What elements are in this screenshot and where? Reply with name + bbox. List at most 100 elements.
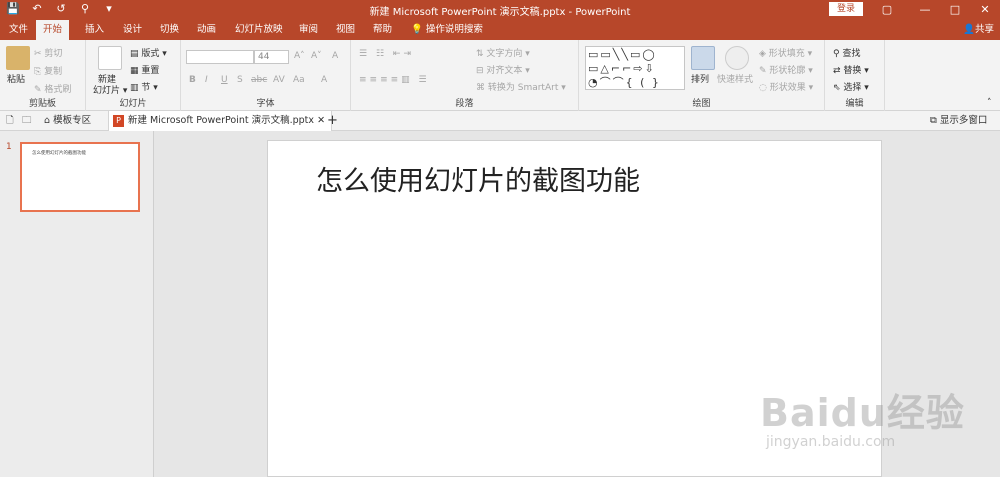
italic-button[interactable]: I	[205, 75, 208, 85]
font-size-input[interactable]: 44	[254, 50, 289, 64]
title-bar: 💾 ↶ ↺ ⚲ ▾ 新建 Microsoft PowerPoint 演示文稿.p…	[0, 0, 1000, 20]
find-button[interactable]: ⚲ 查找	[833, 46, 860, 59]
baidu-watermark: Baidu经验 jingyan.baidu.com	[752, 368, 972, 458]
arrange-icon[interactable]	[691, 46, 715, 70]
slide-thumbnail[interactable]: 怎么使用幻灯片的截图功能	[20, 142, 140, 212]
slide-thumbnail-pane: 1 怎么使用幻灯片的截图功能	[0, 131, 154, 477]
paste-button[interactable]: 粘贴	[7, 72, 25, 85]
paragraph-group: ☰ ☷ ⇤⇥ ≡≡≡≡▥ ☰ ⇅ 文字方向 ▾ ⊟ 对齐文本 ▾ ⌘ 转换为 S…	[351, 40, 579, 111]
change-case-button[interactable]: Aa	[293, 75, 305, 85]
smartart-button[interactable]: ⌘ 转换为 SmartArt ▾	[476, 80, 566, 93]
text-direction-icon: ⇅	[476, 49, 487, 59]
tab-design[interactable]: 设计	[116, 20, 149, 40]
collapse-ribbon-icon[interactable]: ˄	[987, 98, 992, 108]
font-name-input[interactable]	[186, 50, 254, 64]
maximize-icon[interactable]: □	[940, 0, 970, 20]
thumbnail-title: 怎么使用幻灯片的截图功能	[32, 151, 86, 156]
select-button[interactable]: ⇖ 选择 ▾	[833, 80, 869, 93]
char-spacing-button[interactable]: AV	[273, 75, 285, 85]
tab-animations[interactable]: 动画	[190, 20, 223, 40]
slides-group: 新建 幻灯片 ▾ ▤ 版式 ▾ ▦ 重置 ▥ 节 ▾ 幻灯片	[86, 40, 181, 111]
new-slide-icon[interactable]	[98, 46, 122, 70]
list-buttons[interactable]: ☰ ☷ ⇤⇥	[359, 49, 414, 59]
powerpoint-icon: P	[113, 114, 124, 127]
replace-icon: ⇄	[833, 66, 844, 76]
template-zone-tab[interactable]: ⌂ 模板专区	[44, 111, 91, 131]
clipboard-group-label: 剪贴板	[28, 99, 56, 109]
copy-icon: ⎘	[34, 67, 45, 77]
editing-group-label: 编辑	[845, 99, 864, 109]
document-tab[interactable]: P 新建 Microsoft PowerPoint 演示文稿.pptx ✕	[108, 111, 333, 131]
pen-icon: ✎	[759, 66, 770, 76]
paragraph-group-label: 段落	[455, 99, 474, 109]
strikethrough-button[interactable]: abc	[251, 75, 267, 85]
arrange-button[interactable]: 排列	[691, 72, 709, 85]
clipboard-group: 粘贴 ✂ 剪切 ⎘ 复制 ✎ 格式刷 剪贴板	[0, 40, 86, 111]
paste-icon[interactable]	[6, 46, 30, 70]
grow-font-button[interactable]: A˄	[294, 51, 305, 61]
shadow-button[interactable]: S	[237, 75, 243, 85]
close-tab-icon[interactable]: ✕	[317, 115, 325, 126]
tab-review[interactable]: 审阅	[292, 20, 325, 40]
text-direction-button[interactable]: ⇅ 文字方向 ▾	[476, 46, 530, 59]
ribbon-display-options-icon[interactable]: ▢	[872, 0, 902, 20]
align-text-button[interactable]: ⊟ 对齐文本 ▾	[476, 63, 530, 76]
shape-effects-button[interactable]: ◌ 形状效果 ▾	[759, 80, 813, 93]
copy-button[interactable]: ⎘ 复制	[34, 64, 62, 77]
login-button[interactable]: 登录	[829, 2, 863, 16]
quick-styles-icon[interactable]	[725, 46, 749, 70]
close-icon[interactable]: ✕	[970, 0, 1000, 20]
slide-title-text[interactable]: 怎么使用幻灯片的截图功能	[316, 159, 640, 198]
ribbon: 粘贴 ✂ 剪切 ⎘ 复制 ✎ 格式刷 剪贴板 新建 幻灯片 ▾ ▤ 版式 ▾ ▦…	[0, 40, 1000, 111]
effects-icon: ◌	[759, 83, 770, 93]
minimize-icon[interactable]: —	[910, 0, 940, 20]
shapes-gallery[interactable]: ▭▭╲╲▭◯ ▭△⌐⌐⇨⇩ ◔⌒⌒{ ( }	[585, 46, 685, 90]
replace-button[interactable]: ⇄ 替换 ▾	[833, 63, 869, 76]
shrink-font-button[interactable]: A˅	[311, 51, 322, 61]
new-document-icon[interactable]: 🗋	[6, 111, 14, 131]
shape-fill-button[interactable]: ◈ 形状填充 ▾	[759, 46, 812, 59]
tab-insert[interactable]: 插入	[78, 20, 111, 40]
quick-styles-button[interactable]: 快速样式	[717, 72, 753, 85]
multi-window-button[interactable]: ⧉ 显示多窗口	[930, 111, 987, 131]
cut-button[interactable]: ✂ 剪切	[34, 46, 62, 59]
scissors-icon: ✂	[34, 49, 45, 59]
add-tab-icon[interactable]: +	[327, 111, 338, 131]
share-button[interactable]: 👤共享	[963, 20, 994, 40]
tab-transitions[interactable]: 切换	[153, 20, 186, 40]
bold-button[interactable]: B	[189, 75, 196, 85]
tab-view[interactable]: 视图	[329, 20, 362, 40]
ribbon-tab-row: 文件 开始 插入 设计 切换 动画 幻灯片放映 审阅 视图 帮助 💡 操作说明搜…	[0, 20, 1000, 40]
section-icon: ▥	[130, 83, 142, 93]
align-text-icon: ⊟	[476, 66, 487, 76]
tab-help[interactable]: 帮助	[366, 20, 399, 40]
folder-icon[interactable]: 🗀	[22, 111, 32, 131]
tell-me-search[interactable]: 💡 操作说明搜索	[404, 20, 490, 40]
align-buttons[interactable]: ≡≡≡≡▥ ☰	[359, 75, 430, 85]
slide-number: 1	[6, 142, 12, 152]
tab-slideshow[interactable]: 幻灯片放映	[228, 20, 290, 40]
layout-button[interactable]: ▤ 版式 ▾	[130, 46, 167, 59]
watermark-url: jingyan.baidu.com	[766, 434, 896, 450]
format-painter-button[interactable]: ✎ 格式刷	[34, 82, 71, 95]
font-color-button[interactable]: A	[321, 75, 327, 85]
drawing-group-label: 绘图	[692, 99, 711, 109]
underline-button[interactable]: U	[221, 75, 228, 85]
tab-home[interactable]: 开始	[36, 20, 70, 40]
lightbulb-icon: 💡	[411, 24, 426, 35]
section-button[interactable]: ▥ 节 ▾	[130, 80, 158, 93]
tab-file[interactable]: 文件	[2, 20, 35, 40]
align-icons: ≡≡≡≡▥ ☰	[359, 75, 430, 85]
clear-format-button[interactable]: A	[332, 51, 338, 61]
bullets-icon: ☰	[359, 49, 371, 59]
brush-icon: ✎	[34, 85, 45, 95]
smartart-icon: ⌘	[476, 83, 488, 93]
paint-bucket-icon: ◈	[759, 49, 769, 59]
shape-outline-button[interactable]: ✎ 形状轮廓 ▾	[759, 63, 813, 76]
slides-group-label: 幻灯片	[119, 99, 147, 109]
watermark-brand: Baidu经验	[760, 391, 965, 435]
person-icon: 👤	[963, 24, 975, 35]
new-slide-button[interactable]: 幻灯片 ▾	[93, 83, 127, 96]
reset-button[interactable]: ▦ 重置	[130, 63, 159, 76]
windows-icon: ⧉	[930, 115, 940, 126]
